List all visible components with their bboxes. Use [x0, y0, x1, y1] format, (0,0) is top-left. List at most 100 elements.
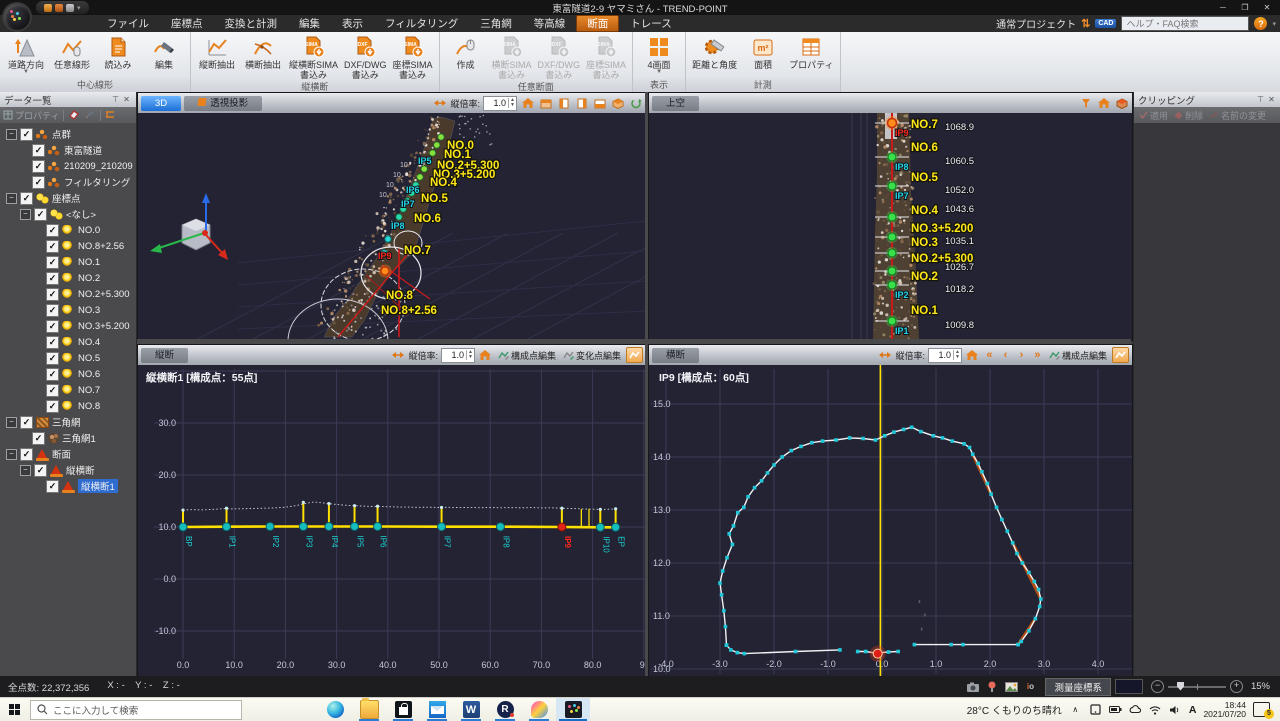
outline-point[interactable]: [950, 439, 954, 443]
ime-mode-indicator[interactable]: A: [1189, 704, 1197, 716]
vscale-spinner-cross[interactable]: 1.0▲▼: [928, 348, 962, 363]
taskbar-search[interactable]: ここに入力して検索: [30, 700, 242, 720]
help-button[interactable]: ?: [1254, 17, 1267, 30]
view-left-icon[interactable]: [574, 96, 589, 110]
zoom-in-button[interactable]: +: [1230, 680, 1243, 693]
tree-item-NO.4[interactable]: ✓ NO.4: [0, 334, 136, 350]
outline-point[interactable]: [896, 650, 900, 654]
outline-point[interactable]: [1033, 580, 1037, 584]
topview-canvas[interactable]: NO.7IP91068.9NO.6IP81060.5NO.5IP71052.0N…: [649, 113, 1132, 339]
menu-item-3[interactable]: 編集: [288, 15, 331, 32]
outline-point[interactable]: [742, 506, 746, 510]
edit-change-points-button[interactable]: 変化点編集: [561, 349, 623, 362]
view-top-icon[interactable]: [556, 96, 571, 110]
outline-point[interactable]: [1006, 529, 1010, 533]
outline-point[interactable]: [799, 445, 803, 449]
taskbar-app-trend-r[interactable]: R: [488, 698, 522, 721]
outline-point[interactable]: [902, 428, 906, 432]
outline-point[interactable]: [874, 438, 878, 442]
checkbox[interactable]: ✓: [46, 352, 59, 365]
station-point-IP1[interactable]: [223, 523, 231, 531]
outline-point[interactable]: [790, 449, 794, 453]
menu-item-1[interactable]: 座標点: [160, 15, 214, 32]
tab-topview[interactable]: 上空: [652, 96, 699, 111]
tree-item-NO.1[interactable]: ✓ NO.1: [0, 254, 136, 270]
battery-icon[interactable]: [1109, 703, 1122, 716]
tree-item-フィルタリング[interactable]: ✓ フィルタリング: [0, 174, 136, 190]
tree-item-三角網1[interactable]: ✓ 三角網1: [0, 430, 136, 446]
station-point-IP10[interactable]: [596, 523, 604, 531]
survey-point[interactable]: [438, 134, 444, 140]
outline-point[interactable]: [919, 430, 923, 434]
close-icon[interactable]: ✕: [121, 94, 132, 105]
outline-point[interactable]: [1011, 541, 1015, 545]
checkbox[interactable]: ✓: [46, 400, 59, 413]
filter-lamp-icon[interactable]: [1078, 96, 1093, 110]
home-icon[interactable]: [965, 348, 980, 362]
outline-point[interactable]: [718, 581, 722, 585]
checkbox[interactable]: ✓: [46, 224, 59, 237]
menu-item-5[interactable]: フィルタリング: [374, 15, 469, 32]
checkbox[interactable]: ✓: [34, 464, 47, 477]
weather-text[interactable]: 28°C くもりのち晴れ: [967, 702, 1062, 717]
tab-3d[interactable]: 3D: [141, 96, 181, 111]
outline-point[interactable]: [1027, 629, 1031, 633]
fit-scale-icon[interactable]: [878, 348, 893, 362]
outline-point[interactable]: [962, 442, 966, 446]
selected-survey-point[interactable]: [381, 267, 389, 275]
view-3d-icon[interactable]: [1114, 96, 1129, 110]
next-section-button[interactable]: ›: [1015, 349, 1028, 361]
first-section-button[interactable]: «: [983, 349, 996, 361]
outline-point[interactable]: [976, 462, 980, 466]
outline-point[interactable]: [736, 511, 740, 515]
taskbar-app-trend-point[interactable]: [556, 698, 590, 721]
outline-point[interactable]: [856, 650, 860, 654]
outline-point[interactable]: [838, 648, 842, 652]
outline-point[interactable]: [760, 479, 764, 483]
station-point-IP2[interactable]: [266, 522, 274, 530]
outline-point[interactable]: [883, 434, 887, 438]
outline-point[interactable]: [766, 471, 770, 475]
cad-badge-icon[interactable]: CAD: [1095, 19, 1116, 28]
outline-point[interactable]: [995, 506, 999, 510]
prev-section-button[interactable]: ‹: [999, 349, 1012, 361]
view3d-canvas[interactable]: 10101010NO.0NO.1NO.2+5.300NO.3+5.200NO.4…: [138, 113, 646, 339]
station-point-BP[interactable]: [179, 523, 187, 531]
menu-item-8[interactable]: 断面: [576, 15, 619, 32]
checkbox[interactable]: ✓: [32, 432, 45, 445]
station-point[interactable]: [888, 153, 896, 161]
outline-point[interactable]: [1038, 605, 1042, 609]
tablet-icon[interactable]: [1089, 703, 1102, 716]
ribbon-button-座標SIMA[interactable]: SIMA座標SIMA 書込み: [390, 34, 436, 81]
outline-point[interactable]: [727, 532, 731, 536]
tree-item-三角網[interactable]: − ✓ 三角網: [0, 414, 136, 430]
outline-point[interactable]: [724, 625, 728, 629]
menu-item-9[interactable]: トレース: [619, 15, 682, 32]
station-point-IP9[interactable]: [558, 523, 566, 531]
station-point-EP[interactable]: [612, 523, 620, 531]
tree-item-断面[interactable]: − ✓ 断面: [0, 446, 136, 462]
outline-point[interactable]: [986, 482, 990, 486]
outline-point[interactable]: [1034, 617, 1038, 621]
taskbar-app-explorer[interactable]: [352, 698, 386, 721]
vscale-spinner-3d[interactable]: 1.0▲▼: [483, 96, 517, 111]
close-icon[interactable]: ✕: [1266, 94, 1277, 105]
checkbox[interactable]: ✓: [46, 272, 59, 285]
checkbox[interactable]: ✓: [46, 304, 59, 317]
station-point-IP7[interactable]: [438, 523, 446, 531]
pencil-icon[interactable]: [84, 109, 96, 122]
station-point[interactable]: [888, 267, 896, 275]
outline-point[interactable]: [772, 463, 776, 467]
survey-point[interactable]: [396, 214, 402, 220]
ribbon-button-縦断抽出[interactable]: 縦断抽出: [194, 34, 240, 81]
view-front-icon[interactable]: [538, 96, 553, 110]
taskbar-app-mail[interactable]: [420, 698, 454, 721]
zoom-slider[interactable]: [1168, 686, 1226, 688]
menu-item-7[interactable]: 等高線: [523, 15, 577, 32]
outline-point[interactable]: [821, 439, 825, 443]
ribbon-button-面積[interactable]: m²面積: [740, 34, 786, 79]
checkbox[interactable]: ✓: [46, 480, 59, 493]
outline-point[interactable]: [720, 593, 724, 597]
image-icon[interactable]: [1003, 680, 1019, 693]
tree-item-NO.0[interactable]: ✓ NO.0: [0, 222, 136, 238]
